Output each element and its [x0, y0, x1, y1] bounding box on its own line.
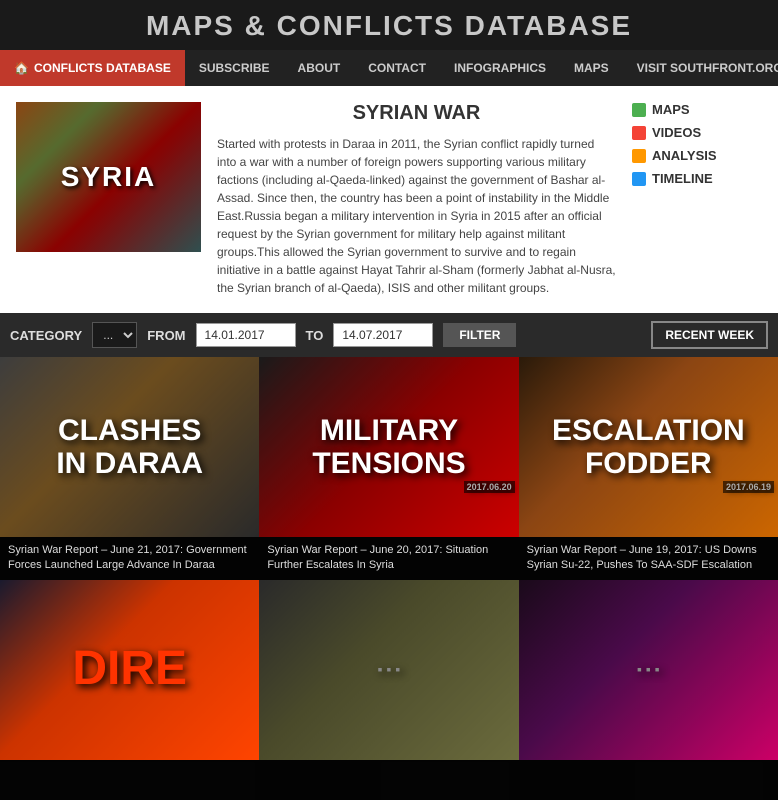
recent-week-button[interactable]: RECENT WEEK [651, 321, 768, 349]
nav-label: ABOUT [298, 61, 341, 75]
videos-label: VIDEOS [652, 125, 701, 140]
videos-dot [632, 126, 646, 140]
to-input[interactable] [333, 323, 433, 347]
war-thumbnail-text: SYRIA [61, 161, 157, 193]
article-img-text-6: ▪ ▪ ▪ [627, 652, 670, 687]
sidebar-videos[interactable]: VIDEOS [632, 125, 762, 140]
article-caption-1: Syrian War Report – June 21, 2017: Gover… [0, 537, 259, 580]
nav-visit-southfront[interactable]: VISIT SOUTHFRONT.ORG [623, 50, 778, 86]
war-title: SYRIAN WAR [217, 102, 616, 125]
nav-contact[interactable]: CONTACT [354, 50, 440, 86]
article-caption-6 [519, 760, 778, 800]
maps-dot [632, 103, 646, 117]
war-content-area: SYRIA SYRIAN WAR Started with protests i… [0, 86, 778, 313]
to-label: TO [306, 328, 324, 343]
article-img-text-3: ESCALATIONFODDER [542, 404, 755, 490]
article-card-6[interactable]: ▪ ▪ ▪ [519, 580, 778, 800]
article-card-4[interactable]: DIRE [0, 580, 259, 800]
sidebar-timeline[interactable]: TIMELINE [632, 171, 762, 186]
nav-conflicts-database[interactable]: 🏠 CONFLICTS DATABASE [0, 50, 185, 86]
article-img-3: ESCALATIONFODDER 2017.06.19 [519, 357, 778, 537]
nav-maps[interactable]: MAPS [560, 50, 623, 86]
article-caption-2: Syrian War Report – June 20, 2017: Situa… [259, 537, 518, 580]
home-icon: 🏠 [14, 61, 29, 75]
war-description: Started with protests in Daraa in 2011, … [217, 135, 616, 297]
date-badge-2: 2017.06.20 [464, 481, 515, 493]
site-header: MAPS & CONFLICTS DATABASE [0, 0, 778, 50]
article-img-1: CLASHESIN DARAA [0, 357, 259, 537]
from-label: FROM [147, 328, 185, 343]
nav-label: VISIT SOUTHFRONT.ORG [637, 61, 778, 75]
article-caption-5 [259, 760, 518, 800]
nav-label: INFOGRAPHICS [454, 61, 546, 75]
sidebar-links: MAPS VIDEOS ANALYSIS TIMELINE [632, 102, 762, 297]
war-thumbnail: SYRIA [16, 102, 201, 252]
article-card-3[interactable]: ESCALATIONFODDER 2017.06.19 Syrian War R… [519, 357, 778, 580]
timeline-label: TIMELINE [652, 171, 713, 186]
date-badge-3: 2017.06.19 [723, 481, 774, 493]
nav-label: SUBSCRIBE [199, 61, 270, 75]
article-card-5[interactable]: ▪ ▪ ▪ [259, 580, 518, 800]
filter-bar: CATEGORY ... FROM TO FILTER RECENT WEEK [0, 313, 778, 357]
article-grid: CLASHESIN DARAA Syrian War Report – June… [0, 357, 778, 800]
article-img-text-4: DIRE [62, 633, 197, 706]
from-input[interactable] [196, 323, 296, 347]
nav-label: CONTACT [368, 61, 426, 75]
article-img-text-1: CLASHESIN DARAA [46, 404, 213, 490]
sidebar-analysis[interactable]: ANALYSIS [632, 148, 762, 163]
article-img-2: MILITARYTENSIONS 2017.06.20 [259, 357, 518, 537]
site-title: MAPS & CONFLICTS DATABASE [0, 10, 778, 42]
article-caption-3: Syrian War Report – June 19, 2017: US Do… [519, 537, 778, 580]
article-img-text-5: ▪ ▪ ▪ [368, 652, 411, 687]
category-select[interactable]: ... [92, 322, 137, 348]
main-nav: 🏠 CONFLICTS DATABASE SUBSCRIBE ABOUT CON… [0, 50, 778, 86]
article-img-4: DIRE [0, 580, 259, 760]
analysis-dot [632, 149, 646, 163]
analysis-label: ANALYSIS [652, 148, 717, 163]
article-card-1[interactable]: CLASHESIN DARAA Syrian War Report – June… [0, 357, 259, 580]
maps-label: MAPS [652, 102, 690, 117]
nav-about[interactable]: ABOUT [284, 50, 355, 86]
article-img-6: ▪ ▪ ▪ [519, 580, 778, 760]
timeline-dot [632, 172, 646, 186]
article-caption-4 [0, 760, 259, 800]
nav-infographics[interactable]: INFOGRAPHICS [440, 50, 560, 86]
article-card-2[interactable]: MILITARYTENSIONS 2017.06.20 Syrian War R… [259, 357, 518, 580]
filter-button[interactable]: FILTER [443, 323, 516, 347]
article-img-5: ▪ ▪ ▪ [259, 580, 518, 760]
article-img-text-2: MILITARYTENSIONS [302, 404, 475, 490]
nav-label: MAPS [574, 61, 609, 75]
nav-label: CONFLICTS DATABASE [34, 61, 171, 75]
sidebar-maps[interactable]: MAPS [632, 102, 762, 117]
nav-subscribe[interactable]: SUBSCRIBE [185, 50, 284, 86]
war-description-area: SYRIAN WAR Started with protests in Dara… [217, 102, 616, 297]
category-label: CATEGORY [10, 328, 82, 343]
